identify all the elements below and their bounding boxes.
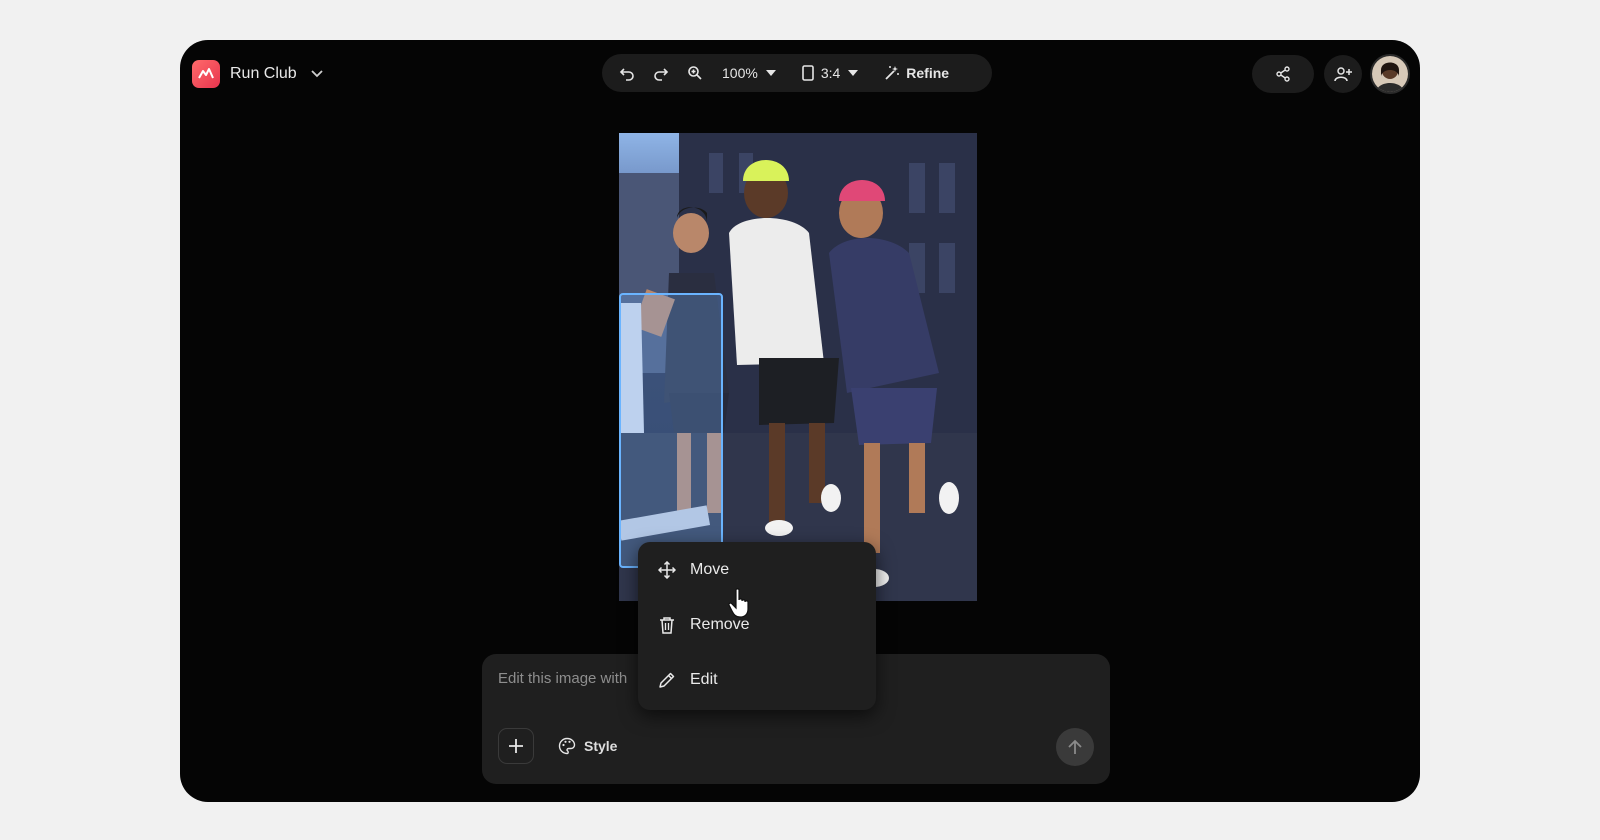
redo-icon[interactable]: [644, 54, 678, 92]
menu-item-label: Move: [690, 561, 730, 578]
add-attachment-button[interactable]: [498, 728, 534, 764]
aspect-ratio-value: 3:4: [820, 65, 841, 81]
chevron-down-icon: [848, 70, 859, 76]
menu-item-label: Edit: [690, 671, 718, 688]
aspect-ratio-dropdown[interactable]: 3:4: [802, 54, 859, 92]
zoom-level: 100%: [722, 65, 758, 81]
share-icon: [1275, 66, 1291, 82]
app-title-button[interactable]: Run Club: [192, 58, 323, 90]
zoom-in-icon[interactable]: [678, 54, 712, 92]
chevron-down-icon: [311, 70, 323, 78]
plus-icon: [508, 738, 524, 754]
undo-icon[interactable]: [610, 54, 644, 92]
avatar[interactable]: [1370, 54, 1410, 94]
zoom-level-dropdown[interactable]: 100%: [722, 54, 776, 92]
refine-label: Refine: [906, 65, 950, 81]
share-button[interactable]: [1252, 55, 1314, 93]
trash-icon: [656, 616, 678, 634]
header-actions: [1252, 54, 1410, 94]
hand-cursor-icon: [728, 588, 752, 623]
magic-wand-icon: [884, 65, 900, 81]
move-icon: [656, 561, 678, 579]
menu-item-edit[interactable]: Edit: [656, 666, 718, 694]
refine-button[interactable]: Refine: [884, 54, 949, 92]
send-button[interactable]: [1056, 728, 1094, 766]
editor-window: Run Club 100% 3:4 Refine Edit this image…: [180, 40, 1420, 802]
palette-icon: [558, 737, 576, 755]
aspect-ratio-icon: [802, 65, 814, 81]
person-add-icon: [1334, 66, 1352, 82]
add-collaborator-button[interactable]: [1324, 55, 1362, 93]
canvas-image[interactable]: [619, 133, 977, 601]
app-title: Run Club: [230, 65, 297, 82]
app-logo-icon: [192, 60, 220, 88]
arrow-up-icon: [1068, 739, 1082, 755]
style-label: Style: [584, 738, 618, 754]
menu-item-move[interactable]: Move: [656, 556, 729, 584]
prompt-input[interactable]: Edit this image with: [498, 670, 627, 687]
editor-toolbar: 100% 3:4 Refine: [602, 54, 992, 92]
object-context-menu: Move Remove Edit: [638, 542, 876, 710]
chevron-down-icon: [765, 70, 776, 76]
selected-object-outline[interactable]: [619, 293, 723, 568]
pencil-icon: [656, 671, 678, 689]
style-button[interactable]: Style: [558, 728, 617, 764]
